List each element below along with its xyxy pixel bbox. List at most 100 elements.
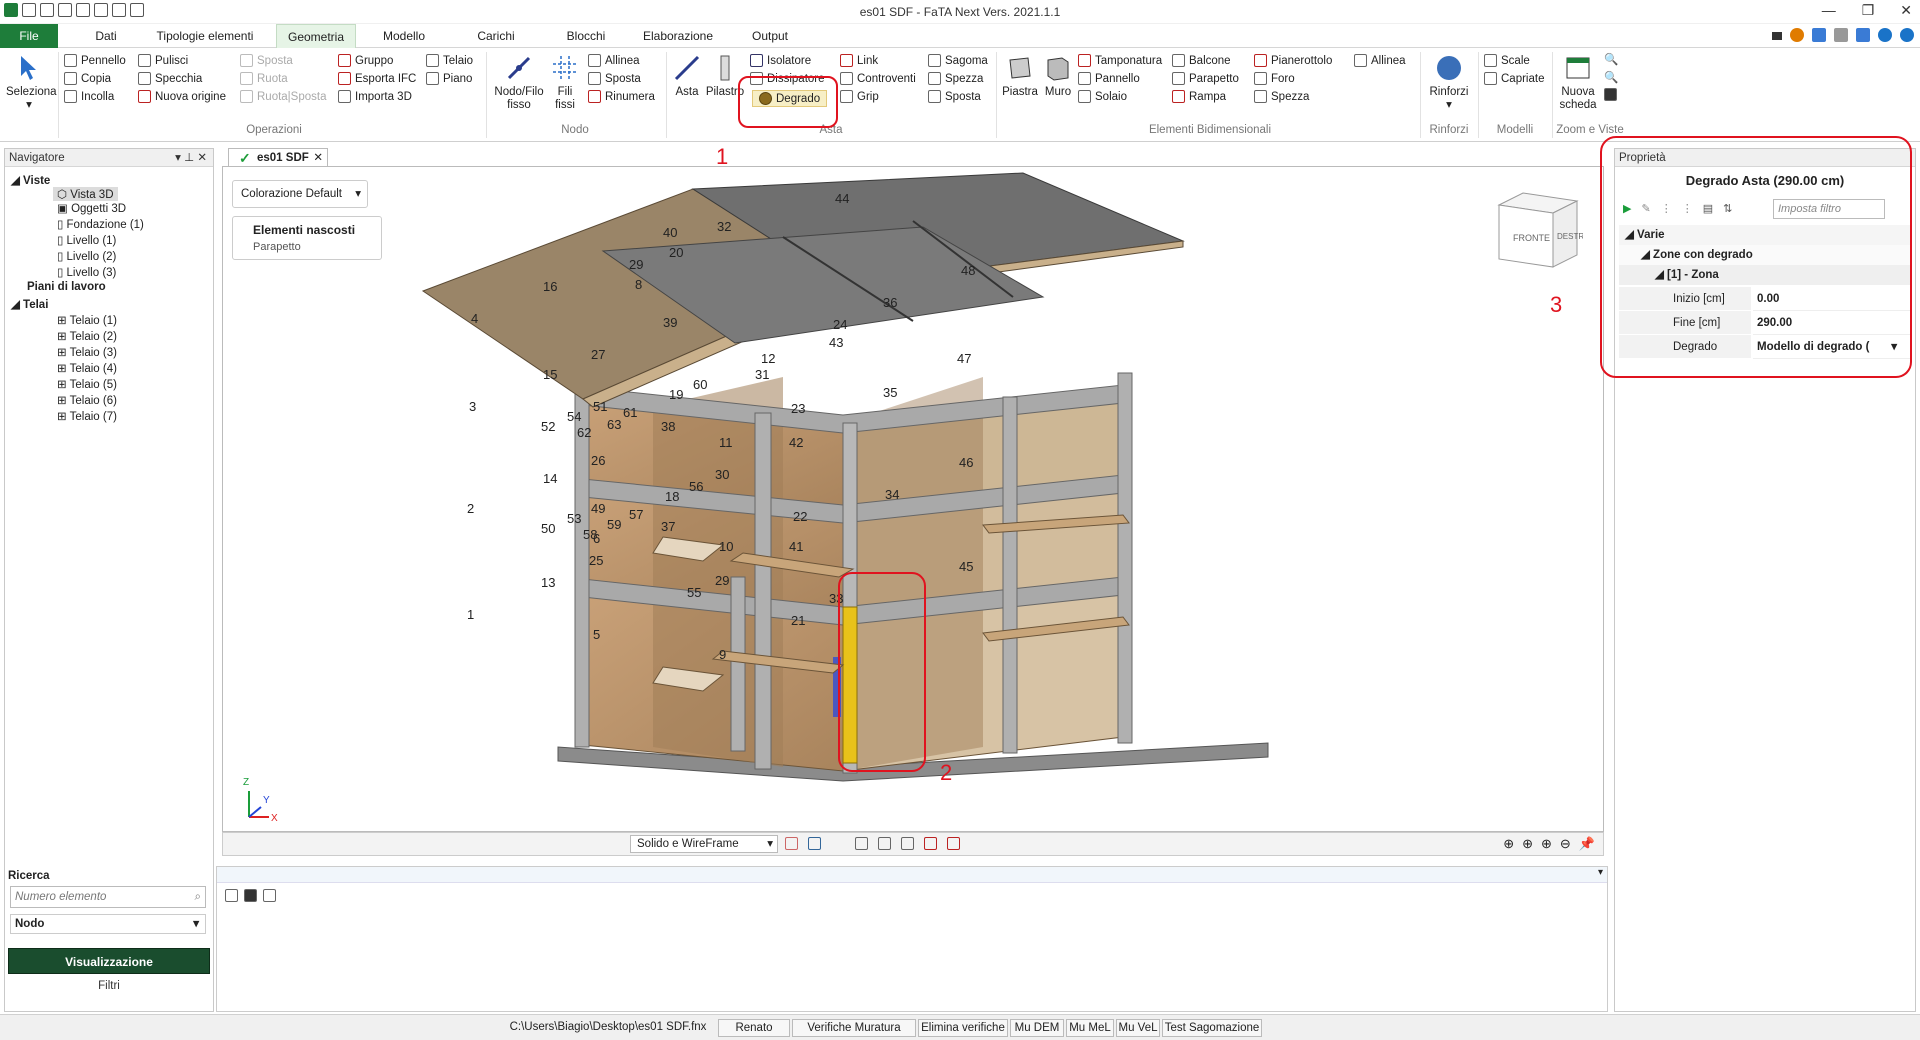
tree-livello-2[interactable]: ▯ Livello (2) (57, 249, 116, 263)
telaio-button[interactable]: Telaio (426, 54, 473, 67)
tree-telaio-1[interactable]: ⊞ Telaio (1) (57, 313, 117, 327)
ruota-sposta-button[interactable]: Ruota|Sposta (240, 90, 326, 103)
tree-telaio-6[interactable]: ⊞ Telaio (6) (57, 393, 117, 407)
status-mu-vel[interactable]: Mu VeL (1116, 1019, 1160, 1037)
report-icon[interactable] (947, 837, 960, 850)
pannello-button[interactable]: Pannello (1078, 72, 1140, 85)
rampa-button[interactable]: Rampa (1172, 90, 1226, 103)
tools-icon[interactable] (1790, 28, 1804, 42)
link-button[interactable]: Link (840, 54, 878, 67)
controventi-button[interactable]: Controventi (840, 72, 916, 85)
pulisci-button[interactable]: Pulisci (138, 54, 188, 67)
search-icon[interactable]: ⌕ (195, 887, 201, 907)
status-mu-mel[interactable]: Mu MeL (1066, 1019, 1114, 1037)
tab-blocchi[interactable]: Blocchi (558, 24, 614, 48)
zoom-window-icon[interactable]: ⊕ (1541, 836, 1552, 852)
search-type-select[interactable]: Nodo ▾ (10, 914, 206, 934)
slab-view-icon[interactable] (808, 837, 821, 850)
hidden-elements-box[interactable]: Elementi nascosti Parapetto (232, 216, 382, 260)
collapse-ribbon-icon[interactable] (1772, 32, 1782, 40)
view-cube[interactable]: FRONTE DESTRA (1493, 191, 1590, 269)
minimize-icon[interactable]: — (1822, 2, 1836, 19)
seleziona-button[interactable]: Seleziona ▾ (6, 54, 57, 112)
allinea-elem-button[interactable]: Allinea (1354, 54, 1406, 67)
tree-telaio-7[interactable]: ⊞ Telaio (7) (57, 409, 117, 423)
esporta-ifc-button[interactable]: Esporta IFC (338, 72, 416, 85)
spezza-elem-button[interactable]: Spezza (1254, 90, 1309, 103)
tab-output[interactable]: Output (742, 24, 798, 48)
incolla-button[interactable]: Incolla (64, 90, 114, 103)
capriate-button[interactable]: Capriate (1484, 72, 1544, 85)
help-icon[interactable] (1878, 28, 1892, 42)
tab-dati[interactable]: Dati (86, 24, 126, 48)
nuova-scheda-button[interactable]: Nuova scheda (1556, 54, 1600, 112)
tab-elaborazione[interactable]: Elaborazione (636, 24, 720, 48)
tree-telaio-2[interactable]: ⊞ Telaio (2) (57, 329, 117, 343)
colorazione-select[interactable]: Colorazione Default ▾ (232, 180, 368, 208)
colors-icon[interactable] (924, 837, 937, 850)
balcone-button[interactable]: Balcone (1172, 54, 1231, 67)
ruota-button[interactable]: Ruota (240, 72, 288, 85)
sposta-button[interactable]: Sposta (240, 54, 293, 67)
tree-fondazione[interactable]: ▯ Fondazione (1) (57, 217, 144, 231)
layout-icon[interactable] (1812, 28, 1826, 42)
pennello-button[interactable]: Pennello (64, 54, 126, 67)
status-verifiche-muratura[interactable]: Verifiche Muratura (792, 1019, 916, 1037)
tree-livello-1[interactable]: ▯ Livello (1) (57, 233, 116, 247)
filtri-button[interactable]: Filtri (8, 980, 210, 992)
zoom-out-view-icon[interactable]: ⊖ (1560, 836, 1571, 852)
tree-telaio-4[interactable]: ⊞ Telaio (4) (57, 361, 117, 375)
gruppo-button[interactable]: Gruppo (338, 54, 393, 67)
tab-modello[interactable]: Modello (374, 24, 434, 48)
piano-button[interactable]: Piano (426, 72, 472, 85)
piastra-button[interactable]: Piastra (1000, 54, 1040, 99)
pin-icon[interactable]: ▾ ⊥ ✕ (175, 149, 207, 167)
status-test-sagomazione[interactable]: Test Sagomazione (1162, 1019, 1262, 1037)
tab-file[interactable]: File (0, 24, 58, 48)
parapetto-button[interactable]: Parapetto (1172, 72, 1239, 85)
grip-button[interactable]: Grip (840, 90, 879, 103)
foro-button[interactable]: Foro (1254, 72, 1295, 85)
search-input[interactable]: Numero elemento ⌕ (10, 886, 206, 908)
close-tab-icon[interactable]: ✕ (313, 149, 323, 167)
tree-piani[interactable]: Piani di lavoro (27, 281, 106, 293)
status-user[interactable]: Renato (718, 1019, 790, 1037)
visualizzazione-button[interactable]: Visualizzazione (8, 948, 210, 974)
tab-carichi[interactable]: Carichi (468, 24, 524, 48)
rinforzi-button[interactable]: Rinforzi ▾ (1424, 54, 1474, 112)
allinea-nodo-button[interactable]: Allinea (588, 54, 640, 67)
copia-button[interactable]: Copia (64, 72, 111, 85)
scale-button[interactable]: Scale (1484, 54, 1530, 67)
sposta-nodo-button[interactable]: Sposta (588, 72, 641, 85)
save-output-icon[interactable] (244, 889, 257, 902)
close-icon[interactable]: ✕ (1900, 2, 1912, 19)
tamponatura-button[interactable]: Tamponatura (1078, 54, 1162, 67)
pin-view-icon[interactable]: 📌 (1579, 836, 1595, 852)
tree-livello-3[interactable]: ▯ Livello (3) (57, 265, 116, 279)
tab-geometria[interactable]: Geometria (276, 24, 356, 48)
pianerottolo-button[interactable]: Pianerottolo (1254, 54, 1332, 67)
maximize-icon[interactable]: ❐ (1862, 2, 1875, 19)
save-view-icon[interactable] (1604, 88, 1617, 101)
importa-3d-button[interactable]: Importa 3D (338, 90, 412, 103)
view-mode-select[interactable]: Solido e WireFrame ▾ (630, 835, 778, 853)
tab-es01-sdf[interactable]: ✓ es01 SDF ✕ (228, 148, 328, 166)
wall-view-icon[interactable] (785, 837, 798, 850)
export-icon[interactable] (263, 889, 276, 902)
sposta-asta-button[interactable]: Sposta (928, 90, 981, 103)
asta-button[interactable]: Asta (670, 54, 704, 99)
zoom-in-icon[interactable]: 🔍 (1604, 52, 1618, 66)
nuova-origine-button[interactable]: Nuova origine (138, 90, 226, 103)
hidden-element-item[interactable]: Parapetto (253, 241, 301, 253)
spezza-asta-button[interactable]: Spezza (928, 72, 983, 85)
specchia-button[interactable]: Specchia (138, 72, 202, 85)
table-icon[interactable] (901, 837, 914, 850)
tree-telaio-5[interactable]: ⊞ Telaio (5) (57, 377, 117, 391)
stats-icon[interactable] (878, 837, 891, 850)
zoom-out-icon[interactable]: 🔍 (1604, 70, 1618, 84)
download-icon[interactable] (1834, 28, 1848, 42)
chevron-down-icon[interactable]: ▾ (1598, 867, 1603, 878)
fili-fissi-button[interactable]: Fili fissi (550, 54, 580, 112)
tree-viste[interactable]: ◢ Viste (11, 173, 50, 187)
rinumera-button[interactable]: Rinumera (588, 90, 655, 103)
